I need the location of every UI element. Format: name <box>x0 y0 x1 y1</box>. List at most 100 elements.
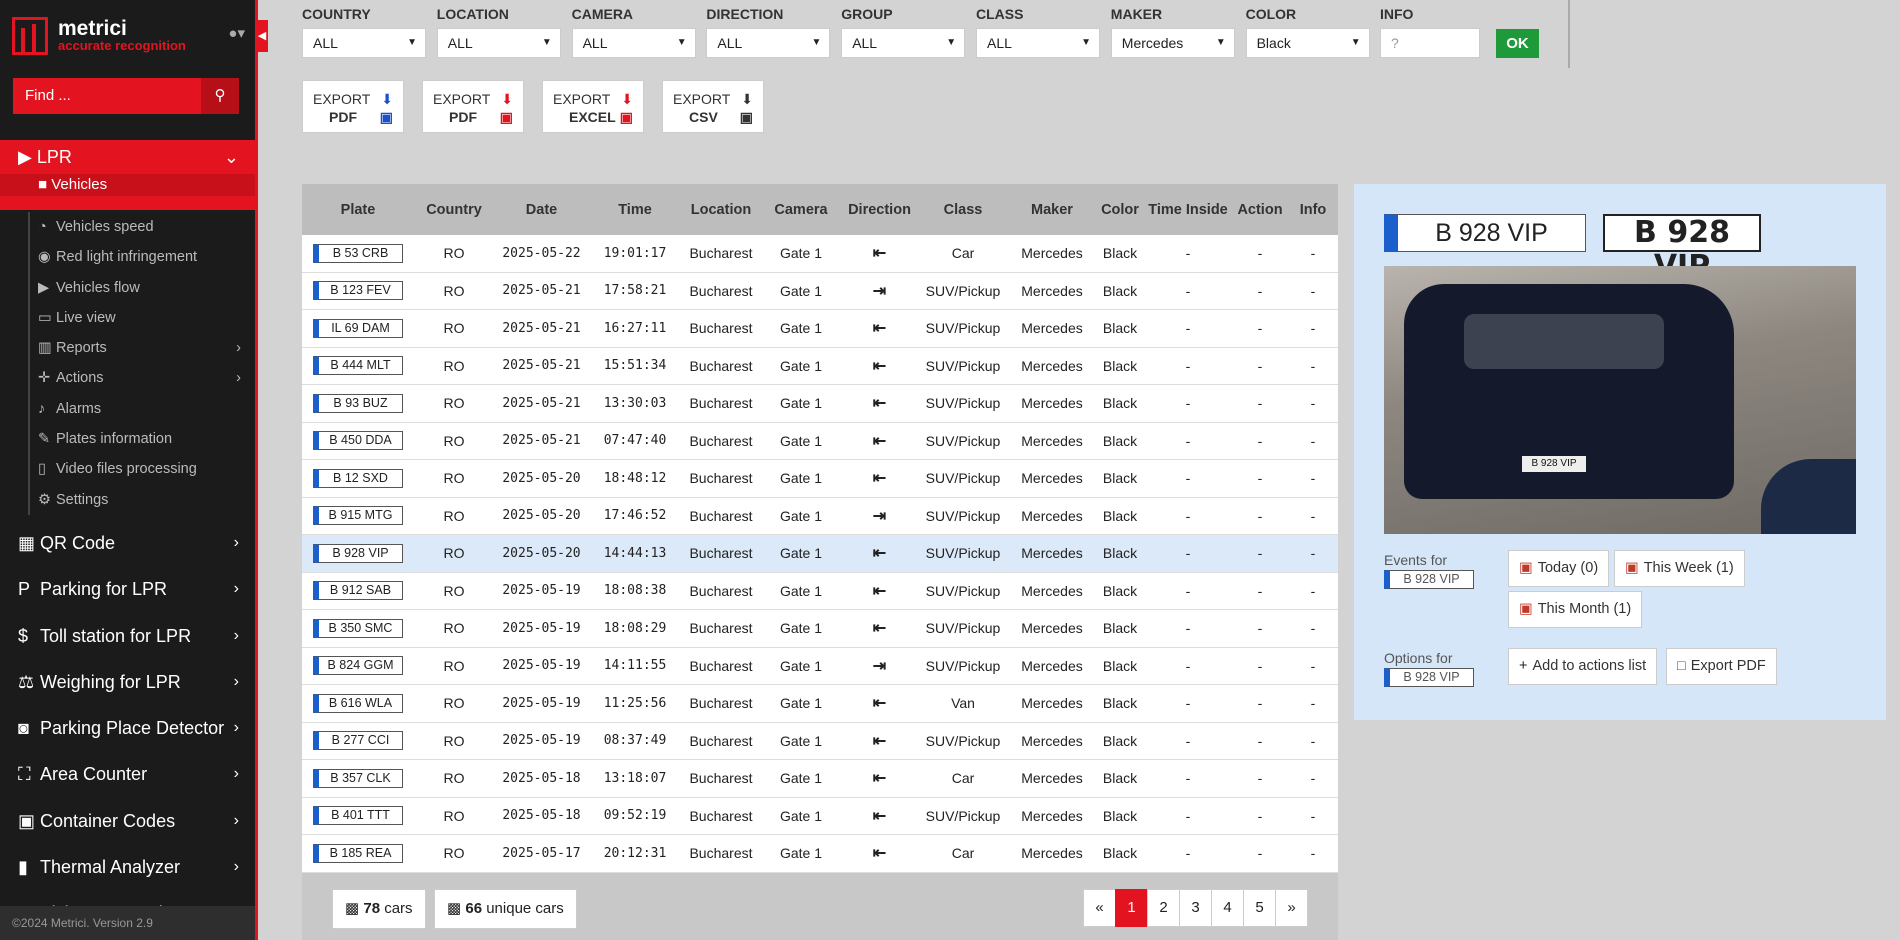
sidebar-item-video-files-processing[interactable]: ▯ Video files processing <box>28 454 255 485</box>
sidebar-item-vehicles-speed[interactable]: ◔ Vehicles speed <box>28 212 255 243</box>
page-3-button[interactable]: 3 <box>1179 888 1212 927</box>
first-page-button[interactable]: « <box>1083 888 1116 927</box>
table-row[interactable]: B 12 SXD RO 2025-05-20 18:48:12 Bucharest Gat… <box>302 460 1338 498</box>
class-select[interactable]: ALL ▼ <box>976 28 1100 58</box>
color-select[interactable]: Black ▼ <box>1245 28 1370 58</box>
plate-badge[interactable]: B 401 TTT <box>313 806 403 826</box>
page-2-button[interactable]: 2 <box>1147 888 1180 927</box>
sidebar-item-toll-station-for-lpr[interactable]: $ Toll station for LPR › <box>0 613 255 659</box>
sidebar-item-container-codes[interactable]: ▣ Container Codes › <box>0 798 255 844</box>
sidebar-item-reports[interactable]: ▥ Reports › <box>28 333 255 364</box>
plate-badge[interactable]: IL 69 DAM <box>313 318 403 338</box>
sidebar-item-vehicles[interactable]: ■ Vehicles <box>0 174 255 196</box>
column-header-info[interactable]: Info <box>1288 202 1338 218</box>
export-csv-button-3[interactable]: EXPORT ⬇ CSV ▣ <box>662 80 764 133</box>
export-pdf-button-0[interactable]: EXPORT ⬇ PDF ▣ <box>302 80 404 133</box>
table-row[interactable]: B 912 SAB RO 2025-05-19 18:08:38 Bucharest Ga… <box>302 572 1338 610</box>
sidebar-item-actions[interactable]: ✛ Actions › <box>28 363 255 394</box>
vehicle-photo[interactable]: B 928 VIP <box>1384 266 1856 534</box>
sidebar-item-vehicles-flow[interactable]: ▶ Vehicles flow <box>28 272 255 303</box>
table-row[interactable]: B 93 BUZ RO 2025-05-21 13:30:03 Bucharest Gat… <box>302 385 1338 423</box>
search-input[interactable]: Find ... <box>13 78 201 114</box>
column-header-class[interactable]: Class <box>918 202 1008 218</box>
plate-badge[interactable]: B 277 CCI <box>313 731 403 751</box>
sidebar-item-area-counter[interactable]: ⛶ Area Counter › <box>0 751 255 797</box>
table-row[interactable]: B 928 VIP RO 2025-05-20 14:44:13 Bucharest Ga… <box>302 535 1338 573</box>
maker-select[interactable]: Mercedes ▼ <box>1110 28 1235 58</box>
search-box[interactable]: Find ... ⚲ <box>13 78 239 114</box>
sidebar-item-alarms[interactable]: ♪ Alarms <box>28 393 255 425</box>
sidebar-item-plates-information[interactable]: ✎ Plates information <box>28 424 255 455</box>
plate-badge[interactable]: B 450 DDA <box>313 431 403 451</box>
sidebar-item-parking-for-lpr[interactable]: P Parking for LPR › <box>0 566 255 612</box>
today-events-button[interactable]: ▣ Today (0) <box>1508 550 1610 587</box>
table-row[interactable]: B 185 REA RO 2025-05-17 20:12:31 Bucharest Ga… <box>302 835 1338 873</box>
table-row[interactable]: B 915 MTG RO 2025-05-20 17:46:52 Bucharest Ga… <box>302 497 1338 535</box>
export-excel-button-2[interactable]: EXPORT ⬇ EXCEL ▣ <box>542 80 644 133</box>
table-row[interactable]: B 277 CCI RO 2025-05-19 08:37:49 Bucharest Ga… <box>302 722 1338 760</box>
export-pdf-button[interactable]: □ Export PDF <box>1666 648 1777 685</box>
info-input[interactable]: ? <box>1380 28 1480 58</box>
column-header-plate[interactable]: Plate <box>302 202 414 218</box>
sidebar-item-qr-code[interactable]: ▦ QR Code › <box>0 520 255 566</box>
camera-select[interactable]: ALL ▼ <box>571 28 696 58</box>
plate-badge[interactable]: B 12 SXD <box>313 468 403 488</box>
plate-badge[interactable]: B 53 CRB <box>313 243 403 263</box>
table-row[interactable]: B 357 CLK RO 2025-05-18 13:18:07 Bucharest Ga… <box>302 760 1338 798</box>
plate-badge[interactable]: B 185 REA <box>313 843 403 863</box>
add-to-actions-button[interactable]: + Add to actions list <box>1508 648 1658 685</box>
table-row[interactable]: IL 69 DAM RO 2025-05-21 16:27:11 Bucharest Ga… <box>302 310 1338 348</box>
country-select[interactable]: ALL ▼ <box>302 28 426 58</box>
table-row[interactable]: B 444 MLT RO 2025-05-21 15:51:34 Bucharest Ga… <box>302 347 1338 385</box>
table-row[interactable]: B 616 WLA RO 2025-05-19 11:25:56 Bucharest Ga… <box>302 685 1338 723</box>
plate-badge[interactable]: B 915 MTG <box>313 506 403 526</box>
column-header-direction[interactable]: Direction <box>841 202 918 218</box>
plate-badge[interactable]: B 123 FEV <box>313 281 403 301</box>
sidebar-item-weighing-for-lpr[interactable]: ⚖ Weighing for LPR › <box>0 659 255 705</box>
sidebar-item-red-light-infringement[interactable]: ◉ Red light infringement <box>28 242 255 273</box>
plate-badge[interactable]: B 444 MLT <box>313 356 403 376</box>
plate-badge[interactable]: B 93 BUZ <box>313 393 403 413</box>
table-row[interactable]: B 350 SMC RO 2025-05-19 18:08:29 Bucharest Ga… <box>302 610 1338 648</box>
page-1-button[interactable]: 1 <box>1115 888 1148 927</box>
plate-badge[interactable]: B 912 SAB <box>313 581 403 601</box>
column-header-time-inside[interactable]: Time Inside <box>1144 202 1232 218</box>
location-select[interactable]: ALL ▼ <box>436 28 561 58</box>
group-select[interactable]: ALL ▼ <box>841 28 966 58</box>
sidebar-item-settings[interactable]: ⚙ Settings <box>28 484 255 515</box>
sidebar-item-thermal-analyzer[interactable]: ▮ Thermal Analyzer › <box>0 844 255 890</box>
plate-badge[interactable]: B 928 VIP <box>313 543 403 563</box>
column-header-camera[interactable]: Camera <box>761 202 841 218</box>
page-4-button[interactable]: 4 <box>1211 888 1244 927</box>
table-row[interactable]: B 450 DDA RO 2025-05-21 07:47:40 Bucharest Ga… <box>302 422 1338 460</box>
collapse-sidebar-button[interactable]: ◀ <box>256 20 268 52</box>
user-menu-icon[interactable]: ●▾ <box>228 24 245 42</box>
column-header-date[interactable]: Date <box>494 202 589 218</box>
plate-badge[interactable]: B 350 SMC <box>313 618 403 638</box>
table-row[interactable]: B 824 GGM RO 2025-05-19 14:11:55 Bucharest Ga… <box>302 647 1338 685</box>
column-header-maker[interactable]: Maker <box>1008 202 1096 218</box>
plate-badge[interactable]: B 824 GGM <box>313 656 403 676</box>
table-row[interactable]: B 123 FEV RO 2025-05-21 17:58:21 Bucharest Ga… <box>302 272 1338 310</box>
last-page-button[interactable]: » <box>1275 888 1308 927</box>
sidebar-item-live-view[interactable]: ▭ Live view <box>28 302 255 334</box>
column-header-action[interactable]: Action <box>1232 202 1288 218</box>
ok-button[interactable]: OK <box>1496 29 1539 58</box>
week-events-button[interactable]: ▣ This Week (1) <box>1614 550 1745 587</box>
search-icon[interactable]: ⚲ <box>201 78 239 114</box>
export-pdf-button-1[interactable]: EXPORT ⬇ PDF ▣ <box>422 80 524 133</box>
sidebar-item-parking-place-detector[interactable]: ◙ Parking Place Detector › <box>0 705 255 751</box>
table-row[interactable]: B 53 CRB RO 2025-05-22 19:01:17 Bucharest Gat… <box>302 235 1338 273</box>
table-row[interactable]: B 401 TTT RO 2025-05-18 09:52:19 Bucharest Ga… <box>302 797 1338 835</box>
column-header-color[interactable]: Color <box>1096 202 1144 218</box>
direction-select[interactable]: ALL ▼ <box>706 28 831 58</box>
month-events-button[interactable]: ▣ This Month (1) <box>1508 591 1643 628</box>
page-5-button[interactable]: 5 <box>1243 888 1276 927</box>
column-header-country[interactable]: Country <box>414 202 494 218</box>
column-header-time[interactable]: Time <box>589 202 681 218</box>
cell-action: - <box>1257 245 1263 262</box>
plate-badge[interactable]: B 357 CLK <box>313 768 403 788</box>
plate-badge[interactable]: B 616 WLA <box>313 693 403 713</box>
column-header-location[interactable]: Location <box>681 202 761 218</box>
lpr-section[interactable]: ▶ LPR ⌄ ■ Vehicles <box>0 140 255 210</box>
